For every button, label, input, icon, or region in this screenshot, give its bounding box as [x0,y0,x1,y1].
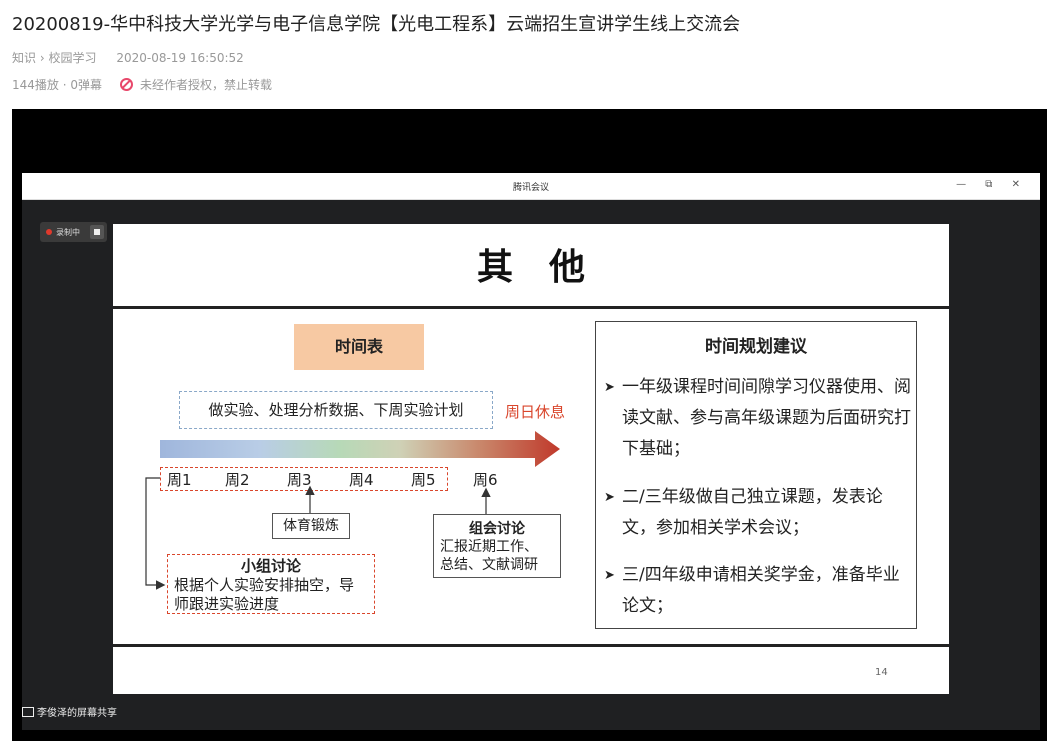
bullet-arrow-icon: ➤ [604,490,615,505]
slide-footer-line [113,644,949,647]
video-title: 20200819-华中科技大学光学与电子信息学院【光电工程系】云端招生宣讲学生线… [12,14,741,35]
publish-date: 2020-08-19 16:50:52 [116,51,244,65]
prohibited-icon [119,78,133,91]
breadcrumb-sep: › [39,51,45,65]
group-meeting-title: 组会讨论 [469,521,525,537]
week-label: 周3 [287,471,312,489]
meeting-window-title: 腾讯会议 [512,183,549,193]
recording-indicator: 录制中 [40,222,107,242]
bullet-arrow-icon: ➤ [604,568,615,583]
sunday-rest-label: 周日休息 [505,403,566,421]
group-meeting-box: 组会讨论 汇报近期工作、 总结、文献调研 [433,514,561,578]
week-label: 周1 [167,471,192,489]
slide-header: 其他 [113,224,949,309]
breadcrumb: 知识 › 校园学习 2020-08-19 16:50:52 [12,49,244,66]
no-repost-text: 未经作者授权，禁止转载 [139,78,272,92]
screen-share-text: 李俊泽的屏幕共享 [37,708,117,719]
window-controls: — ⧉ ✕ [956,179,1028,190]
small-group-line: 根据个人实验安排抽空，导 [174,576,355,594]
advice-item-text: 二/三年级做自己独立课题，发表论文，参加相关学术会议； [622,487,883,538]
play-danmaku-count: 144播放 · 0弹幕 [12,78,102,92]
week-label: 周2 [225,471,250,489]
weekly-task-box: 做实验、处理分析数据、下周实验计划 [179,391,493,429]
week-label: 周5 [411,471,436,489]
advice-item-text: 一年级课程时间间隙学习仪器使用、阅读文献、参与高年级课题为后面研究打下基础； [622,377,911,459]
screen-share-label: 李俊泽的屏幕共享 [22,704,117,719]
meeting-content: 录制中 其他 时间表 做实验、处理分析数据、下周实验计划 周日休息 周1 周2 … [22,200,1040,730]
breadcrumb-item-campus[interactable]: 校园学习 [48,51,96,65]
group-meeting-line: 总结、文献调研 [440,557,538,573]
advice-title: 时间规划建议 [705,337,807,357]
slide-heading: 其他 [476,247,621,288]
bullet-arrow-icon: ➤ [604,380,615,395]
meeting-window-titlebar: 腾讯会议 — ⧉ ✕ [22,173,1040,200]
presentation-slide: 其他 时间表 做实验、处理分析数据、下周实验计划 周日休息 周1 周2 周3 周… [113,224,949,694]
screen-share-icon [22,706,34,717]
slide-page-number: 14 [875,667,888,678]
recording-label: 录制中 [56,227,80,237]
advice-item-text: 三/四年级申请相关奖学金，准备毕业论文； [622,565,900,616]
week-timeline-arrow [160,431,560,467]
video-stats: 144播放 · 0弹幕 未经作者授权，禁止转载 [12,76,272,93]
stop-recording-icon [90,225,104,239]
video-player[interactable]: 腾讯会议 — ⧉ ✕ 录制中 其他 时间表 做实验、处理分析数据、下周实验计划 … [12,109,1047,741]
advice-item: ➤ 二/三年级做自己独立课题，发表论文，参加相关学术会议； [604,482,912,544]
recording-dot-icon [46,229,52,235]
week-label: 周4 [349,471,374,489]
small-group-line: 师跟进实验进度 [174,595,280,613]
time-planning-advice: 时间规划建议 ➤ 一年级课程时间间隙学习仪器使用、阅读文献、参与高年级课题为后面… [595,321,917,629]
small-group-box: 小组讨论 根据个人实验安排抽空，导 师跟进实验进度 [167,554,375,614]
no-repost-notice: 未经作者授权，禁止转载 [119,76,272,93]
breadcrumb-item-zhishi[interactable]: 知识 [12,51,36,65]
advice-item: ➤ 三/四年级申请相关奖学金，准备毕业论文； [604,560,912,622]
pe-exercise-box: 体育锻炼 [272,513,350,539]
week-label: 周6 [473,471,498,489]
small-group-title: 小组讨论 [240,557,301,575]
advice-item: ➤ 一年级课程时间间隙学习仪器使用、阅读文献、参与高年级课题为后面研究打下基础； [604,372,912,465]
schedule-label: 时间表 [294,324,424,370]
group-meeting-line: 汇报近期工作、 [440,539,538,555]
